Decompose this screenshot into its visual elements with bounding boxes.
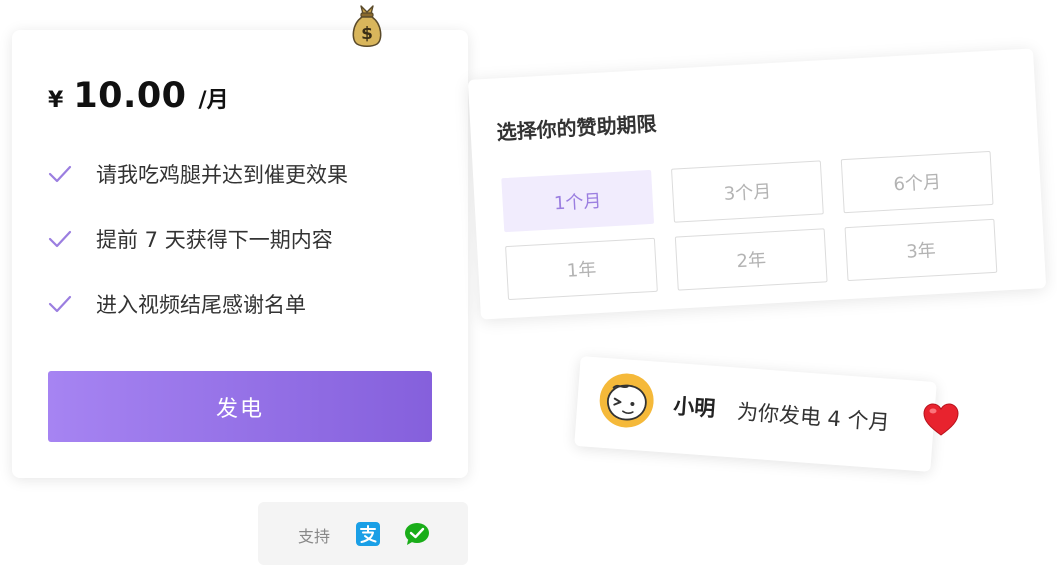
benefit-text: 请我吃鸡腿并达到催更效果 xyxy=(96,163,348,187)
benefit-text: 提前 7 天获得下一期内容 xyxy=(96,228,333,252)
price-unit: /月 xyxy=(198,88,229,113)
benefit-item: 进入视频结尾感谢名单 xyxy=(48,288,348,320)
price-currency: ¥ xyxy=(48,88,64,113)
period-option-1-month[interactable]: 1个月 xyxy=(501,169,655,233)
price: ¥ 10.00 /月 xyxy=(48,76,229,116)
period-option-1-year[interactable]: 1年 xyxy=(505,237,658,301)
period-option-6-months[interactable]: 6个月 xyxy=(840,150,994,214)
heart-icon xyxy=(923,403,959,436)
charge-button[interactable]: 发电 xyxy=(48,371,432,442)
wechat-pay-icon xyxy=(405,523,429,545)
money-bag-icon: $ xyxy=(352,5,382,47)
period-options: 1个月 3个月 6个月 1年 2年 3年 xyxy=(501,150,998,301)
benefit-item: 请我吃鸡腿并达到催更效果 xyxy=(48,158,348,190)
period-selector-card: 选择你的赞助期限 1个月 3个月 6个月 1年 2年 3年 xyxy=(467,48,1047,320)
check-icon xyxy=(48,165,72,183)
check-icon xyxy=(48,230,72,248)
period-option-3-years[interactable]: 3年 xyxy=(844,218,998,282)
payment-support: 支持 xyxy=(258,502,468,565)
period-selector-title: 选择你的赞助期限 xyxy=(496,111,658,145)
payment-support-label: 支持 xyxy=(298,527,331,546)
benefit-list: 请我吃鸡腿并达到催更效果 提前 7 天获得下一期内容 进入视频结尾感谢名单 xyxy=(48,158,348,353)
sponsor-message: 为你发电 4 个月 xyxy=(736,399,891,435)
price-amount: 10.00 xyxy=(73,76,187,116)
price-card: ¥ 10.00 /月 请我吃鸡腿并达到催更效果 提前 7 天获得下一期内容 进入… xyxy=(12,30,468,478)
sponsor-name: 小明 xyxy=(672,393,717,422)
alipay-icon xyxy=(356,522,380,546)
benefit-text: 进入视频结尾感谢名单 xyxy=(96,293,306,317)
avatar xyxy=(599,373,654,428)
svg-text:$: $ xyxy=(361,24,373,44)
period-option-3-months[interactable]: 3个月 xyxy=(671,160,824,223)
benefit-item: 提前 7 天获得下一期内容 xyxy=(48,223,348,255)
sponsor-notice-card: 小明 为你发电 4 个月 xyxy=(574,356,937,472)
period-option-2-years[interactable]: 2年 xyxy=(674,228,828,291)
check-icon xyxy=(48,295,72,313)
